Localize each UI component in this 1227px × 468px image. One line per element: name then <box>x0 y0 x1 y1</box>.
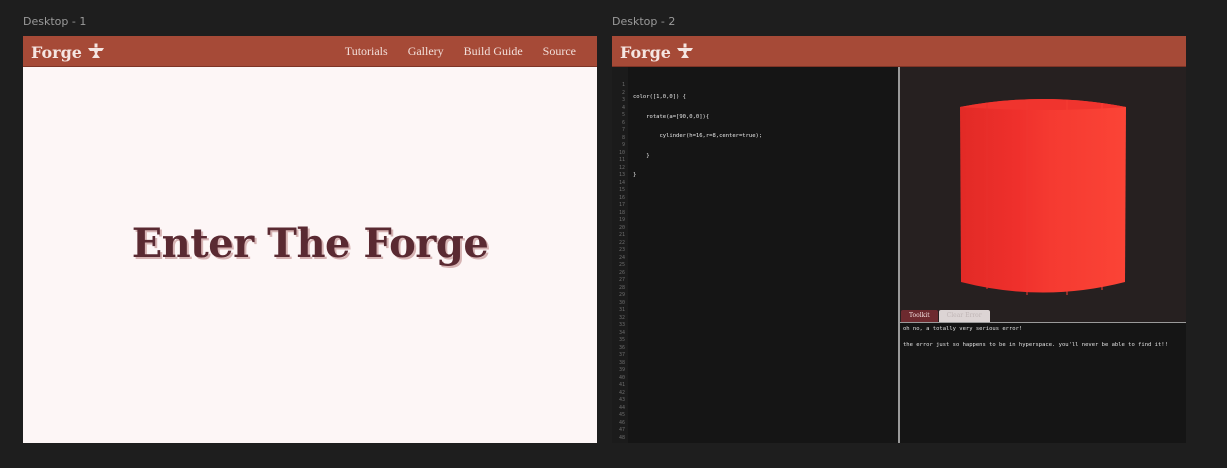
line-number: 7 <box>621 127 625 133</box>
line-number: 6 <box>621 119 625 126</box>
line-number: 22 <box>618 239 625 246</box>
line-number: 20 <box>618 224 625 231</box>
frame-label-desktop-2: Desktop - 2 <box>612 15 676 28</box>
console-output: oh no, a totally very serious error! the… <box>900 323 1186 443</box>
line-number: 27 <box>618 277 625 283</box>
line-number: 42 <box>618 389 625 396</box>
tab-clear-error[interactable]: Clear Error <box>938 310 990 322</box>
line-number: 37 <box>618 352 625 358</box>
nav-link-build-guide[interactable]: Build Guide <box>464 44 523 59</box>
line-number: 24 <box>618 254 625 261</box>
line-number: 14 <box>618 179 625 186</box>
console-line: oh no, a totally very serious error! <box>903 326 1023 332</box>
line-number: 11 <box>618 157 625 163</box>
line-number: 34 <box>618 329 625 336</box>
code-line: cylinder(h=16,r=8,center=true); <box>633 133 763 139</box>
top-nav: Forge Tutorials Gallery Build Guide Sour… <box>23 36 597 67</box>
3d-viewport[interactable] <box>900 67 1186 308</box>
line-number: 48 <box>618 434 625 441</box>
line-number: 12 <box>618 164 625 171</box>
line-number: 35 <box>618 337 625 343</box>
panel-tabs: Toolkit Clear Error <box>900 308 1186 322</box>
line-number: 26 <box>618 269 625 276</box>
nav-link-tutorials[interactable]: Tutorials <box>345 44 388 59</box>
line-number: 19 <box>618 217 625 223</box>
line-number: 31 <box>618 307 625 313</box>
nav-links: Tutorials Gallery Build Guide Source <box>345 36 576 67</box>
line-number: 21 <box>618 232 625 238</box>
line-number: 38 <box>618 359 625 366</box>
line-number: 15 <box>618 187 625 193</box>
line-number: 43 <box>618 397 625 403</box>
line-number-gutter: 1 2 3 4 5 6 7 8 9 10 11 12 13 14 15 16 17 18 19 20 21 22 23 24 2… <box>612 67 628 443</box>
line-number: 44 <box>618 404 625 411</box>
tab-toolkit[interactable]: Toolkit <box>901 310 938 322</box>
anvil-icon <box>87 43 104 58</box>
line-number: 23 <box>618 247 625 253</box>
line-number: 16 <box>618 194 625 201</box>
line-number: 41 <box>618 382 625 388</box>
line-number: 36 <box>618 344 625 351</box>
frame-label-desktop-1: Desktop - 1 <box>23 15 87 28</box>
top-nav-editor: Forge <box>612 36 1186 67</box>
line-number: 17 <box>618 202 625 208</box>
line-number: 46 <box>618 419 625 426</box>
line-number: 33 <box>618 322 625 328</box>
nav-link-source[interactable]: Source <box>543 44 576 59</box>
code-line: } <box>633 172 637 178</box>
line-number: 5 <box>621 112 625 118</box>
line-number: 13 <box>618 172 625 178</box>
line-number: 3 <box>621 97 625 103</box>
line-number: 29 <box>618 292 625 298</box>
logo[interactable]: Forge <box>31 41 105 63</box>
line-number: 28 <box>618 284 625 291</box>
anvil-icon <box>676 43 693 58</box>
line-number: 32 <box>618 314 625 321</box>
line-number: 47 <box>618 427 625 433</box>
nav-link-gallery[interactable]: Gallery <box>408 44 444 59</box>
cylinder-model <box>960 99 1126 295</box>
code-line: } <box>633 152 650 159</box>
code-line: rotate(a=[90,0,0]){ <box>633 113 710 120</box>
line-number: 30 <box>618 299 625 306</box>
desktop-2-frame: Forge 1 2 3 4 5 6 7 8 9 10 11 12 13 14 15 16 17 18 19 20 21 2… <box>612 36 1186 443</box>
code-editor[interactable]: 1 2 3 4 5 6 7 8 9 10 11 12 13 14 15 16 17 18 19 20 21 22 23 24 2… <box>612 67 898 443</box>
line-number: 1 <box>621 82 625 88</box>
line-number: 39 <box>618 367 625 373</box>
line-number: 10 <box>618 149 625 156</box>
line-number: 4 <box>621 104 625 111</box>
hero-title: Enter The Forge <box>131 219 489 267</box>
line-number: 45 <box>618 412 625 418</box>
line-number: 40 <box>618 374 625 381</box>
line-number: 25 <box>618 262 625 268</box>
code-line: color([1,0,0]) { <box>633 94 686 100</box>
line-number: 2 <box>621 89 625 96</box>
desktop-1-frame: Forge Tutorials Gallery Build Guide Sour… <box>23 36 597 443</box>
logo-editor[interactable]: Forge <box>620 41 694 63</box>
logo-text: Forge <box>31 42 82 62</box>
code-area[interactable]: color([1,0,0]) { rotate(a=[90,0,0]){ cyl… <box>633 82 762 192</box>
hero: Enter The Forge <box>23 67 597 443</box>
line-number: 18 <box>618 209 625 216</box>
console-line: the error just so happens to be in hyper… <box>903 342 1168 348</box>
line-number: 9 <box>621 142 625 148</box>
logo-text-editor: Forge <box>620 42 671 62</box>
line-number: 8 <box>621 134 625 141</box>
